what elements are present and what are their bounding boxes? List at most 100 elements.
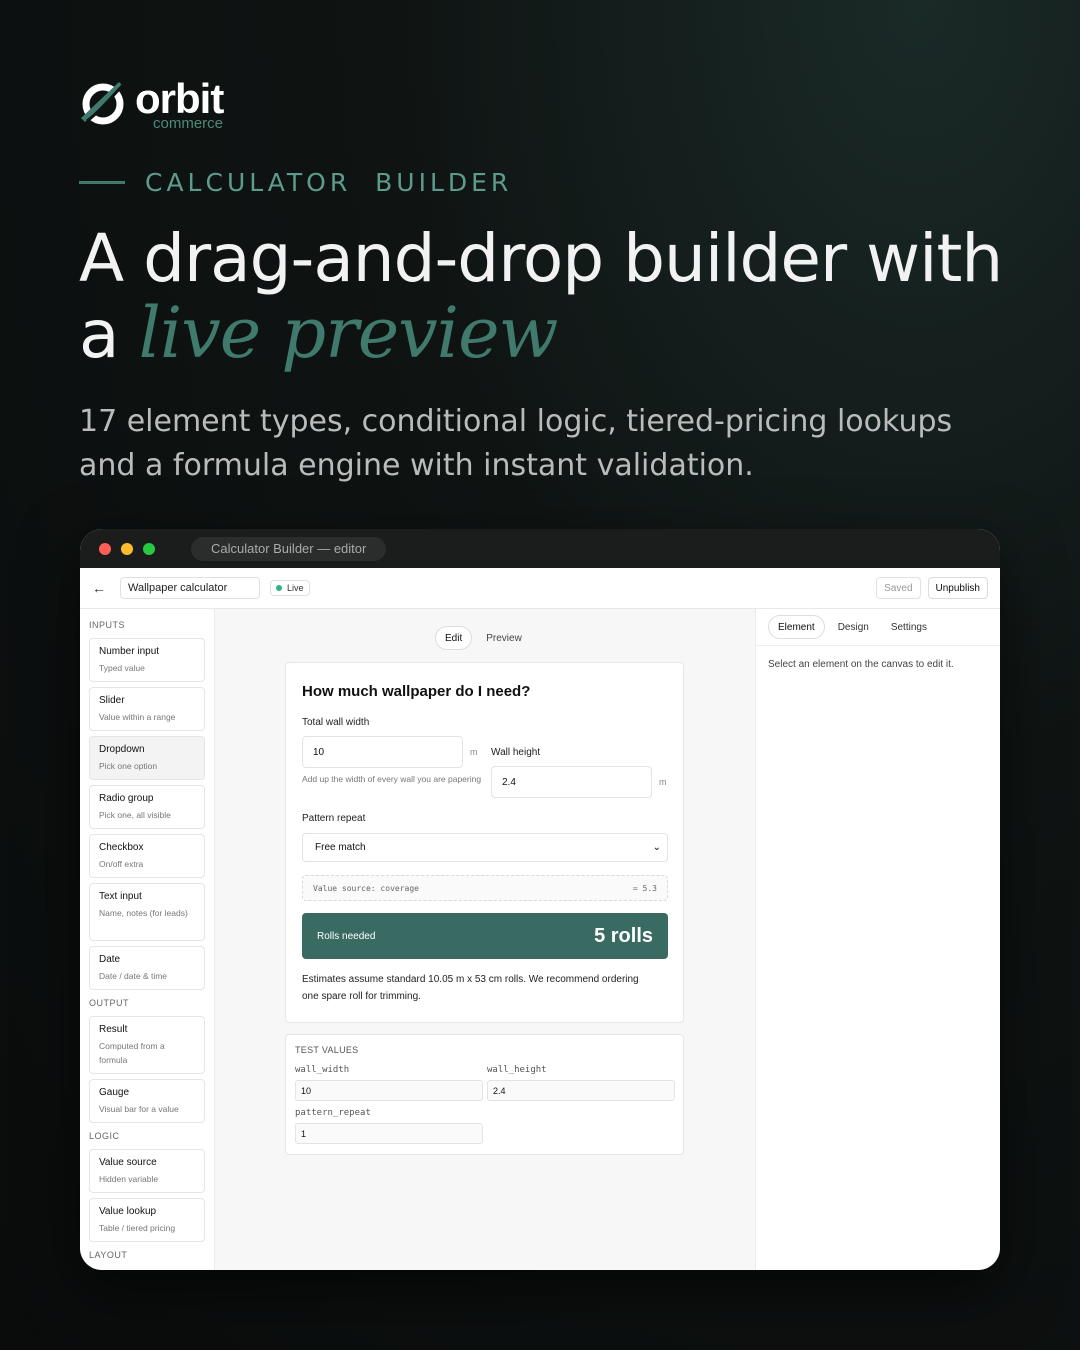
value-source-value: = 5.3 xyxy=(632,883,657,893)
section-title-layout: LAYOUT xyxy=(89,1250,128,1260)
headline-line-2-prefix: a xyxy=(79,296,139,373)
tab-preview[interactable]: Preview xyxy=(477,626,531,650)
calculator-form[interactable]: How much wallpaper do I need? Total wall… xyxy=(285,662,684,1023)
palette-item-desc: Pick one option xyxy=(99,761,158,771)
section-title-output: OUTPUT xyxy=(89,998,129,1008)
pattern-repeat-value: Free match xyxy=(315,842,366,853)
palette-item-desc: Hidden variable xyxy=(99,1174,159,1184)
wall-height-input[interactable]: 2.4 xyxy=(491,766,652,798)
wall-height-unit: m xyxy=(659,777,667,787)
inspector-tabs: Element Design Settings xyxy=(756,609,1000,646)
brand-name: orbit xyxy=(135,75,224,122)
palette-item-title: Date xyxy=(99,954,121,965)
palette-item-desc: Table / tiered pricing xyxy=(99,1223,176,1233)
brand-tagline: commerce xyxy=(153,115,224,132)
palette-item-result[interactable]: Result Computed from a formula xyxy=(89,1016,205,1074)
maximize-window-button[interactable] xyxy=(143,542,155,555)
test-key-pattern-repeat: pattern_repeat xyxy=(295,1108,371,1118)
result-label: Rolls needed xyxy=(317,930,376,942)
wall-width-input[interactable]: 10 xyxy=(302,736,463,768)
app-window: Calculator Builder — editor ← Wallpaper … xyxy=(80,529,1000,1270)
chevron-down-icon: ⌄ xyxy=(652,842,661,853)
palette-item-desc: Value within a range xyxy=(99,712,176,722)
minimize-window-button[interactable] xyxy=(121,542,133,555)
form-title: How much wallpaper do I need? xyxy=(302,683,531,700)
subtitle: 17 element types, conditional logic, tie… xyxy=(79,404,953,483)
pattern-repeat-select[interactable]: Free match ⌄ xyxy=(302,833,668,862)
palette-item-desc: Computed from a formula xyxy=(99,1041,165,1065)
palette-item-desc: Typed value xyxy=(99,663,145,673)
palette-item-title: Gauge xyxy=(99,1087,130,1098)
tab-edit[interactable]: Edit xyxy=(435,626,473,650)
test-input-pattern-repeat[interactable]: 1 xyxy=(295,1123,483,1144)
palette-item-radio-group[interactable]: Radio group Pick one, all visible xyxy=(89,785,205,829)
palette-item-number-input[interactable]: Number input Typed value xyxy=(89,638,205,682)
test-values-panel: TEST VALUES wall_width 10 wall_height 2.… xyxy=(285,1034,684,1155)
headline-emphasis: live preview xyxy=(138,292,558,374)
palette-item-desc: Pick one, all visible xyxy=(99,810,171,820)
palette-item-title: Dropdown xyxy=(99,744,145,755)
palette-item-title: Result xyxy=(99,1024,128,1035)
palette-item-title: Text input xyxy=(99,891,142,902)
close-window-button[interactable] xyxy=(99,542,111,555)
inspector-empty-message: Select an element on the canvas to edit … xyxy=(768,659,954,670)
palette-item-desc: Visual bar for a value xyxy=(99,1104,179,1114)
palette-item-desc: Date / date & time xyxy=(99,971,168,981)
test-key-wall-width: wall_width xyxy=(295,1065,350,1075)
value-source-row[interactable]: Value source: coverage = 5.3 xyxy=(302,875,668,901)
value-source-label: Value source: coverage xyxy=(313,883,419,893)
headline: A drag-and-drop builder with a live prev… xyxy=(79,220,1003,374)
live-dot-icon xyxy=(276,585,282,591)
palette-item-date[interactable]: Date Date / date & time xyxy=(89,946,205,990)
palette-item-dropdown[interactable]: Dropdown Pick one option xyxy=(89,736,205,780)
saved-button[interactable]: Saved xyxy=(876,577,921,599)
inspector-panel: Element Design Settings Select an elemen… xyxy=(755,609,1000,1270)
arrow-left-icon[interactable]: ← xyxy=(92,580,108,596)
unpublish-button[interactable]: Unpublish xyxy=(927,577,988,599)
pattern-repeat-label: Pattern repeat xyxy=(302,813,366,824)
tab-settings[interactable]: Settings xyxy=(882,615,936,639)
eyebrow: CALCULATOR BUILDER xyxy=(79,168,512,197)
calculator-name-input[interactable]: Wallpaper calculator xyxy=(120,577,260,599)
palette-item-slider[interactable]: Slider Value within a range xyxy=(89,687,205,731)
section-title-inputs: INPUTS xyxy=(89,620,126,630)
form-note: Estimates assume standard 10.05 m x 53 c… xyxy=(302,974,639,1002)
test-input-wall-height[interactable]: 2.4 xyxy=(487,1080,675,1101)
orbit-logo-icon xyxy=(81,82,125,125)
status-label: Live xyxy=(287,583,304,593)
palette-item-title: Checkbox xyxy=(99,842,144,853)
brand-logo: orbit commerce xyxy=(79,75,224,132)
palette-item-title: Value source xyxy=(99,1157,157,1168)
palette-item-gauge[interactable]: Gauge Visual bar for a value xyxy=(89,1079,205,1123)
wall-width-hint: Add up the width of every wall you are p… xyxy=(302,774,482,784)
eyebrow-text: CALCULATOR BUILDER xyxy=(145,168,513,197)
palette-item-value-lookup[interactable]: Value lookup Table / tiered pricing xyxy=(89,1198,205,1242)
editor-canvas: Edit Preview How much wallpaper do I nee… xyxy=(215,609,755,1270)
palette-item-text-input[interactable]: Text input Name, notes (for leads) xyxy=(89,883,205,941)
window-title: Calculator Builder — editor xyxy=(191,536,387,561)
wall-height-label: Wall height xyxy=(491,747,541,758)
tab-element[interactable]: Element xyxy=(768,615,825,639)
wall-width-label: Total wall width xyxy=(302,717,370,728)
section-title-logic: LOGIC xyxy=(89,1131,120,1141)
palette-item-title: Slider xyxy=(99,695,125,706)
palette-item-checkbox[interactable]: Checkbox On/off extra xyxy=(89,834,205,878)
tab-design[interactable]: Design xyxy=(829,615,878,639)
window-titlebar: Calculator Builder — editor xyxy=(80,529,1000,568)
mode-tabs: Edit Preview xyxy=(435,626,531,650)
palette-item-desc: Name, notes (for leads) xyxy=(99,908,188,918)
result-block[interactable]: Rolls needed 5 rolls xyxy=(302,913,668,959)
editor-topbar: ← Wallpaper calculator Live Saved Unpubl… xyxy=(80,568,1000,609)
test-input-wall-width[interactable]: 10 xyxy=(295,1080,483,1101)
headline-line-1: A drag-and-drop builder with xyxy=(79,220,1003,297)
test-key-wall-height: wall_height xyxy=(487,1065,547,1075)
palette-item-title: Radio group xyxy=(99,793,154,804)
palette-item-title: Value lookup xyxy=(99,1206,157,1217)
eyebrow-rule xyxy=(79,181,125,184)
wall-width-unit: m xyxy=(470,747,478,757)
test-values-title: TEST VALUES xyxy=(295,1045,359,1055)
element-palette: INPUTS Number input Typed value Slider V… xyxy=(80,609,215,1270)
palette-item-title: Number input xyxy=(99,646,160,657)
result-value: 5 rolls xyxy=(594,924,653,947)
palette-item-value-source[interactable]: Value source Hidden variable xyxy=(89,1149,205,1193)
